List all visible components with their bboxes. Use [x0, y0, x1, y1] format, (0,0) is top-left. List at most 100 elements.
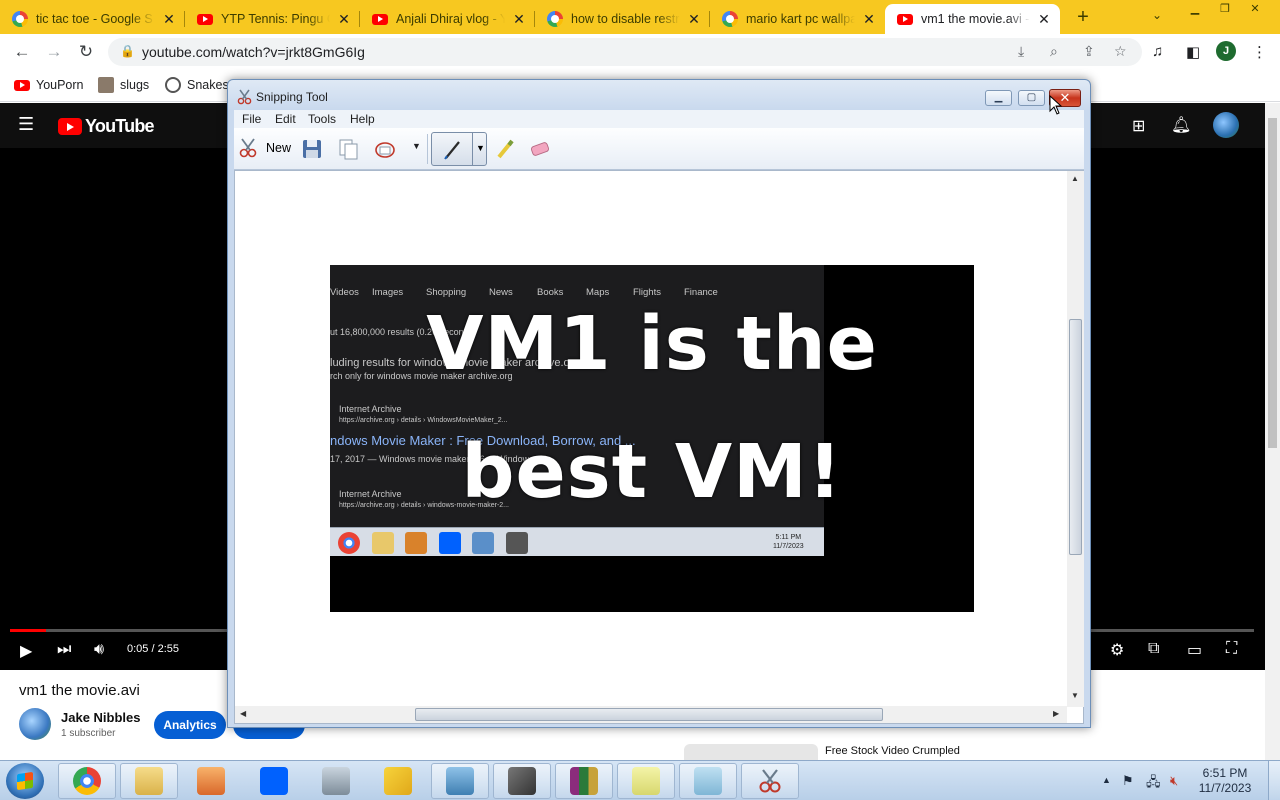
forward-arrow-icon[interactable]: →	[42, 40, 66, 64]
bookmark-star-icon[interactable]: ☆	[1114, 43, 1127, 60]
snip-canvas[interactable]: Videos Images Shopping News Books Maps F…	[234, 170, 1084, 724]
page-scrollbar[interactable]	[1265, 103, 1280, 760]
vertical-scroll-thumb[interactable]	[1069, 319, 1082, 555]
taskbar-winrar[interactable]	[555, 763, 613, 799]
play-icon[interactable]: ▶	[20, 641, 32, 661]
taskbar-sticky-notes[interactable]	[617, 763, 675, 799]
taskbar-media-player[interactable]	[182, 763, 240, 799]
browser-tab[interactable]: how to disable restri ✕	[535, 4, 710, 34]
close-window-icon[interactable]: ✕	[1240, 0, 1270, 18]
toolbar-separator	[427, 134, 428, 164]
theater-mode-icon[interactable]: ▭	[1187, 640, 1202, 660]
menu-help[interactable]: Help	[350, 112, 375, 126]
tab-close-icon[interactable]: ✕	[336, 11, 352, 27]
horizontal-scrollbar[interactable]: ◀ ▶	[235, 706, 1067, 723]
next-video-icon[interactable]: ⏭	[57, 641, 71, 659]
volume-muted-icon[interactable]: 🔇︎	[1170, 773, 1178, 789]
new-tab-button[interactable]: +	[1072, 6, 1094, 28]
notepad-icon	[694, 767, 722, 795]
send-dropdown-arrow-icon[interactable]: ▼	[412, 141, 421, 151]
address-bar[interactable]: 🔒 youtube.com/watch?v=jrkt8GmG6Ig ⤓ ⌕ ⇪ …	[108, 38, 1142, 66]
lock-icon[interactable]: 🔒	[120, 44, 135, 58]
taskbar-dropbox[interactable]	[245, 763, 303, 799]
pen-dropdown-arrow-icon[interactable]: ▼	[476, 143, 485, 153]
media-control-icon[interactable]: ♫	[1152, 43, 1163, 60]
youtube-logo[interactable]: YouTube	[58, 116, 155, 137]
tab-close-icon[interactable]: ✕	[511, 11, 527, 27]
recommended-title[interactable]: Free Stock Video Crumpled	[825, 745, 960, 757]
show-desktop-button[interactable]	[1268, 761, 1280, 800]
vertical-scrollbar[interactable]: ▲ ▼	[1067, 171, 1084, 707]
scroll-up-arrow-icon[interactable]: ▲	[1071, 174, 1079, 183]
miniplayer-icon[interactable]: ⧉	[1148, 640, 1159, 658]
highlighter-icon[interactable]	[495, 138, 517, 160]
menu-tools[interactable]: Tools	[308, 112, 336, 126]
tab-close-icon[interactable]: ✕	[861, 11, 877, 27]
taskbar-photo-viewer[interactable]	[431, 763, 489, 799]
start-button[interactable]	[6, 763, 44, 799]
send-snip-icon[interactable]	[374, 138, 396, 160]
minimize-icon[interactable]: ▁	[985, 90, 1012, 106]
horizontal-scroll-thumb[interactable]	[415, 708, 883, 721]
scroll-right-arrow-icon[interactable]: ▶	[1053, 709, 1059, 718]
tab-search-chevron-icon[interactable]: ⌄	[1152, 8, 1162, 22]
bookmark-item[interactable]: Snakes	[165, 77, 229, 93]
channel-name[interactable]: Jake Nibbles	[61, 710, 141, 725]
menu-file[interactable]: File	[242, 112, 261, 126]
browser-tab[interactable]: Anjali Dhiraj vlog - Y ✕	[360, 4, 535, 34]
zoom-icon[interactable]: ⌕	[1050, 43, 1058, 60]
taskbar-installer[interactable]	[307, 763, 365, 799]
scrollbar-thumb[interactable]	[1268, 118, 1277, 448]
reload-icon[interactable]: ↻	[74, 40, 98, 64]
menu-edit[interactable]: Edit	[275, 112, 296, 126]
new-snip-button[interactable]: New	[238, 137, 291, 159]
taskbar-snipping-tool[interactable]	[741, 763, 799, 799]
fullscreen-icon[interactable]: ⛶	[1226, 640, 1237, 658]
taskbar-notepad[interactable]	[679, 763, 737, 799]
tab-close-icon[interactable]: ✕	[1036, 11, 1052, 27]
scroll-left-arrow-icon[interactable]: ◀	[240, 709, 246, 718]
windows-taskbar: ▲ ⚑ 🖧︎ 🔇︎ 6:51 PM 11/7/2023	[0, 760, 1280, 800]
restore-window-icon[interactable]: ❐	[1210, 0, 1240, 18]
system-clock[interactable]: 6:51 PM 11/7/2023	[1186, 766, 1264, 796]
pen-tool-button[interactable]: ▼	[431, 132, 487, 166]
volume-icon[interactable]: 🔊︎	[94, 641, 104, 659]
side-panel-icon[interactable]: ◧	[1186, 43, 1200, 61]
copy-icon[interactable]	[337, 138, 359, 160]
minimize-window-icon[interactable]: ▁	[1180, 0, 1210, 18]
tab-close-icon[interactable]: ✕	[686, 11, 702, 27]
profile-avatar[interactable]: J	[1216, 41, 1236, 61]
menu-kebab-icon[interactable]: ⋮	[1252, 43, 1267, 61]
browser-tab[interactable]: tic tac toe - Google S ✕	[0, 4, 185, 34]
show-hidden-icons-icon[interactable]: ▲	[1102, 775, 1111, 785]
back-arrow-icon[interactable]: ←	[10, 40, 34, 64]
settings-gear-icon[interactable]: ⚙	[1110, 640, 1124, 660]
browser-tab-active[interactable]: vm1 the movie.avi - ✕	[885, 4, 1060, 34]
browser-tab[interactable]: mario kart pc wallpa ✕	[710, 4, 885, 34]
bookmark-item[interactable]: slugs	[98, 77, 149, 93]
taskbar-chrome[interactable]	[58, 763, 116, 799]
recommended-thumbnail[interactable]	[684, 744, 818, 760]
maximize-icon[interactable]: ▢	[1018, 90, 1045, 106]
install-app-icon[interactable]: ⤓	[1018, 43, 1024, 60]
taskbar-explorer[interactable]	[120, 763, 178, 799]
bookmark-item[interactable]: YouPorn	[14, 77, 84, 93]
scroll-down-arrow-icon[interactable]: ▼	[1071, 691, 1079, 700]
network-icon[interactable]: 🖧︎	[1146, 773, 1161, 795]
channel-avatar[interactable]	[19, 708, 51, 740]
taskbar-pencil-app[interactable]	[369, 763, 427, 799]
analytics-button[interactable]: Analytics	[154, 711, 226, 739]
tab-close-icon[interactable]: ✕	[161, 11, 177, 27]
account-avatar[interactable]	[1213, 112, 1239, 138]
save-icon[interactable]	[301, 138, 323, 160]
create-video-icon[interactable]: ⊞	[1132, 116, 1145, 136]
taskbar-virtualbox[interactable]	[493, 763, 551, 799]
browser-tab[interactable]: YTP Tennis: Pingu Go ✕	[185, 4, 360, 34]
action-center-flag-icon[interactable]: ⚑	[1122, 773, 1134, 789]
captured-chrome-icon	[338, 532, 360, 554]
share-icon[interactable]: ⇪	[1083, 43, 1095, 60]
hamburger-menu-icon[interactable]: ☰	[18, 114, 34, 135]
eraser-icon[interactable]	[529, 138, 551, 160]
notifications-bell-icon[interactable]: 🔔︎	[1171, 115, 1191, 135]
url-text[interactable]: youtube.com/watch?v=jrkt8GmG6Ig	[142, 44, 365, 60]
